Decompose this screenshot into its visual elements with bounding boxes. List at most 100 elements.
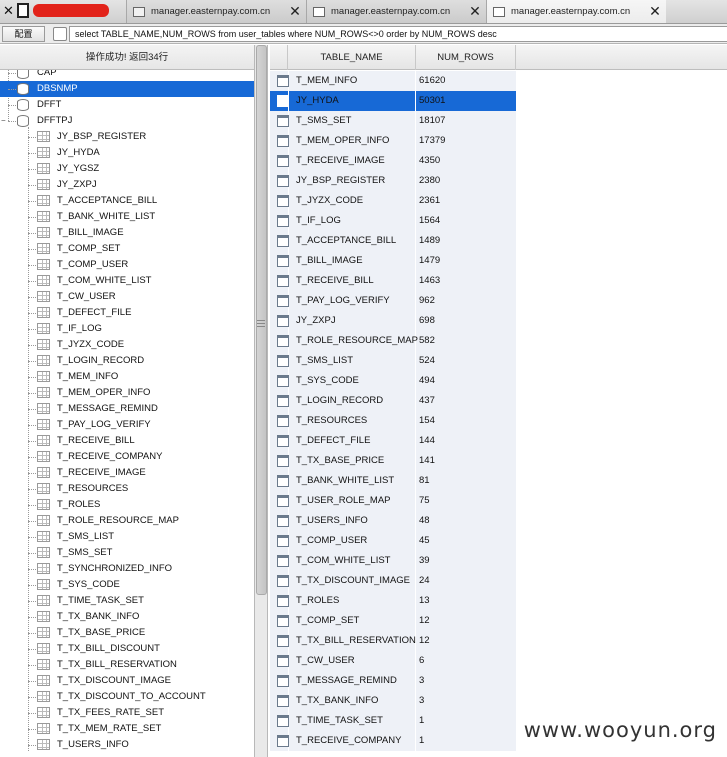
cell-num-rows[interactable]: 1 xyxy=(419,711,424,731)
cell-num-rows[interactable]: 154 xyxy=(419,411,435,431)
tree-table-item[interactable]: T_COM_WHITE_LIST xyxy=(0,273,254,289)
cell-table-name[interactable]: T_IF_LOG xyxy=(296,211,341,231)
cell-table-name[interactable]: T_JYZX_CODE xyxy=(296,191,363,211)
table-row[interactable]: T_JYZX_CODE 2361 xyxy=(270,191,516,211)
cell-table-name[interactable]: T_USER_ROLE_MAP xyxy=(296,491,391,511)
table-row[interactable]: T_TX_BANK_INFO 3 xyxy=(270,691,516,711)
cell-num-rows[interactable]: 3 xyxy=(419,691,424,711)
cell-num-rows[interactable]: 962 xyxy=(419,291,435,311)
tree-table-item[interactable]: JY_ZXPJ xyxy=(0,177,254,193)
cell-num-rows[interactable]: 2361 xyxy=(419,191,440,211)
tree-table-item[interactable]: T_BILL_IMAGE xyxy=(0,225,254,241)
table-row[interactable]: T_SYS_CODE 494 xyxy=(270,371,516,391)
table-row[interactable]: T_DEFECT_FILE 144 xyxy=(270,431,516,451)
cell-table-name[interactable]: T_TX_BASE_PRICE xyxy=(296,451,384,471)
tree-schema-dbsnmp[interactable]: DBSNMP xyxy=(0,81,254,97)
cell-table-name[interactable]: T_PAY_LOG_VERIFY xyxy=(296,291,390,311)
cell-num-rows[interactable]: 4350 xyxy=(419,151,440,171)
cell-table-name[interactable]: T_DEFECT_FILE xyxy=(296,431,370,451)
cell-table-name[interactable]: T_CW_USER xyxy=(296,651,355,671)
table-row[interactable]: T_IF_LOG 1564 xyxy=(270,211,516,231)
table-row[interactable]: JY_ZXPJ 698 xyxy=(270,311,516,331)
table-row[interactable]: T_TX_BASE_PRICE 141 xyxy=(270,451,516,471)
tree-table-item[interactable]: T_TX_FEES_RATE_SET xyxy=(0,705,254,721)
cell-num-rows[interactable]: 437 xyxy=(419,391,435,411)
config-button[interactable]: 配置 xyxy=(2,26,45,42)
cell-table-name[interactable]: T_USERS_INFO xyxy=(296,511,368,531)
tree-table-item[interactable]: T_BANK_WHITE_LIST xyxy=(0,209,254,225)
tree-table-item[interactable]: T_RECEIVE_COMPANY xyxy=(0,449,254,465)
table-row[interactable]: T_RESOURCES 154 xyxy=(270,411,516,431)
close-icon[interactable]: ✕ xyxy=(288,3,302,20)
cell-table-name[interactable]: T_ACCEPTANCE_BILL xyxy=(296,231,396,251)
table-row[interactable]: T_BANK_WHITE_LIST 81 xyxy=(270,471,516,491)
cell-table-name[interactable]: T_BANK_WHITE_LIST xyxy=(296,471,394,491)
cell-table-name[interactable]: T_ROLE_RESOURCE_MAP xyxy=(296,331,418,351)
table-row[interactable]: T_RECEIVE_COMPANY 1 xyxy=(270,731,516,751)
cell-num-rows[interactable]: 61620 xyxy=(419,71,445,91)
table-row[interactable]: T_TIME_TASK_SET 1 xyxy=(270,711,516,731)
cell-num-rows[interactable]: 1564 xyxy=(419,211,440,231)
close-icon[interactable]: ✕ xyxy=(468,3,482,20)
tree-table-item[interactable]: T_MEM_INFO xyxy=(0,369,254,385)
sql-input[interactable]: select TABLE_NAME,NUM_ROWS from user_tab… xyxy=(69,26,727,42)
tab-3[interactable]: manager.easternpay.com.cn ✕ xyxy=(486,0,666,23)
tree-table-item[interactable]: T_RECEIVE_BILL xyxy=(0,433,254,449)
cell-num-rows[interactable]: 12 xyxy=(419,631,430,651)
tree-table-item[interactable]: T_MESSAGE_REMIND xyxy=(0,401,254,417)
cell-num-rows[interactable]: 582 xyxy=(419,331,435,351)
table-row[interactable]: JY_HYDA 50301 xyxy=(270,91,516,111)
table-row[interactable]: JY_BSP_REGISTER 2380 xyxy=(270,171,516,191)
cell-num-rows[interactable]: 39 xyxy=(419,551,430,571)
tree-table-item[interactable]: T_PAY_LOG_VERIFY xyxy=(0,417,254,433)
cell-num-rows[interactable]: 1463 xyxy=(419,271,440,291)
cell-num-rows[interactable]: 3 xyxy=(419,671,424,691)
tree-table-item[interactable]: T_TX_DISCOUNT_TO_ACCOUNT xyxy=(0,689,254,705)
cell-table-name[interactable]: T_COMP_SET xyxy=(296,611,359,631)
tree-table-item[interactable]: T_IF_LOG xyxy=(0,321,254,337)
tree-table-item[interactable]: T_RECEIVE_IMAGE xyxy=(0,465,254,481)
close-icon[interactable]: ✕ xyxy=(648,3,662,20)
table-row[interactable]: T_SMS_LIST 524 xyxy=(270,351,516,371)
tree-table-item[interactable]: T_SMS_LIST xyxy=(0,529,254,545)
cell-num-rows[interactable]: 524 xyxy=(419,351,435,371)
cell-table-name[interactable]: T_TX_BANK_INFO xyxy=(296,691,378,711)
cell-num-rows[interactable]: 50301 xyxy=(419,91,445,111)
cell-table-name[interactable]: T_RECEIVE_BILL xyxy=(296,271,374,291)
tab-1[interactable]: manager.easternpay.com.cn ✕ xyxy=(126,0,306,23)
cell-table-name[interactable]: T_COMP_USER xyxy=(296,531,367,551)
table-row[interactable]: T_ACCEPTANCE_BILL 1489 xyxy=(270,231,516,251)
cell-table-name[interactable]: T_LOGIN_RECORD xyxy=(296,391,383,411)
table-row[interactable]: T_SMS_SET 18107 xyxy=(270,111,516,131)
cell-table-name[interactable]: T_SMS_SET xyxy=(296,111,351,131)
close-icon[interactable]: ✕ xyxy=(3,3,14,19)
cell-num-rows[interactable]: 18107 xyxy=(419,111,445,131)
cell-table-name[interactable]: JY_ZXPJ xyxy=(296,311,336,331)
tree-table-item[interactable]: T_ROLES xyxy=(0,497,254,513)
column-header-table-name[interactable]: TABLE_NAME xyxy=(288,45,416,70)
cell-num-rows[interactable]: 1479 xyxy=(419,251,440,271)
cell-num-rows[interactable]: 17379 xyxy=(419,131,445,151)
cell-num-rows[interactable]: 75 xyxy=(419,491,430,511)
cell-num-rows[interactable]: 45 xyxy=(419,531,430,551)
table-row[interactable]: T_PAY_LOG_VERIFY 962 xyxy=(270,291,516,311)
tree-table-item[interactable]: T_TX_BILL_RESERVATION xyxy=(0,657,254,673)
cell-num-rows[interactable]: 1489 xyxy=(419,231,440,251)
cell-num-rows[interactable]: 494 xyxy=(419,371,435,391)
table-row[interactable]: T_USERS_INFO 48 xyxy=(270,511,516,531)
column-header-num-rows[interactable]: NUM_ROWS xyxy=(416,45,516,70)
tree-table-item[interactable]: T_LOGIN_RECORD xyxy=(0,353,254,369)
cell-num-rows[interactable]: 141 xyxy=(419,451,435,471)
tree-schema-dfftpj[interactable]: DFFTPJ − xyxy=(0,113,254,129)
cell-table-name[interactable]: T_COM_WHITE_LIST xyxy=(296,551,391,571)
table-row[interactable]: T_MEM_INFO 61620 xyxy=(270,71,516,91)
tab-2[interactable]: manager.easternpay.com.cn ✕ xyxy=(306,0,486,23)
tree-table-item[interactable]: T_USERS_INFO xyxy=(0,737,254,753)
table-row[interactable]: T_MEM_OPER_INFO 17379 xyxy=(270,131,516,151)
cell-num-rows[interactable]: 81 xyxy=(419,471,430,491)
cell-num-rows[interactable]: 1 xyxy=(419,731,424,751)
collapse-toggle-icon[interactable]: − xyxy=(1,113,6,129)
tree-table-item[interactable]: T_SMS_SET xyxy=(0,545,254,561)
tree-table-item[interactable]: JY_BSP_REGISTER xyxy=(0,129,254,145)
tree-table-item[interactable]: T_TX_DISCOUNT_IMAGE xyxy=(0,673,254,689)
